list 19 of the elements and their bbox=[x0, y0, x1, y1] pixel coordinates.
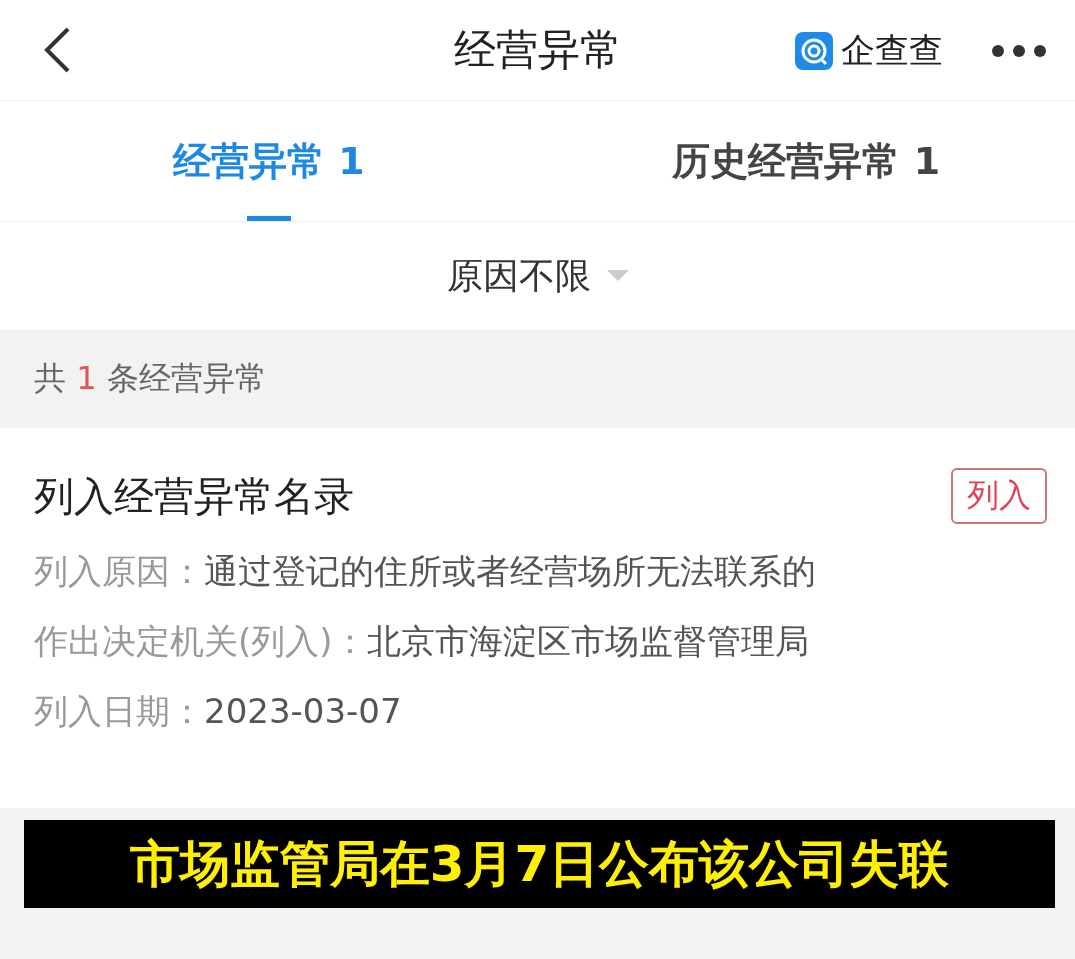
filter-dropdown[interactable]: 原因不限 bbox=[440, 250, 635, 302]
caption-banner: 市场监管局在3月7日公布该公司失联 bbox=[24, 820, 1055, 908]
caret-icon bbox=[606, 270, 629, 282]
tab[interactable]: 经营异常 1 bbox=[0, 101, 538, 221]
brand-name: 企查查 bbox=[841, 29, 943, 72]
page-title: 经营异常 bbox=[453, 24, 622, 76]
tab[interactable]: 历史经营异常 1 bbox=[537, 101, 1075, 221]
field-label: 作出决定机关(列入)： bbox=[34, 621, 367, 661]
result-count: 共 1 条经营异常 bbox=[34, 358, 267, 399]
field-value: 通过登记的住所或者经营场所无法联系的 bbox=[204, 551, 816, 591]
field-label: 列入原因： bbox=[34, 551, 204, 591]
field-value: 北京市海淀区市场监督管理局 bbox=[366, 621, 809, 661]
magnifier-logo-icon bbox=[795, 32, 833, 70]
back-icon[interactable] bbox=[42, 26, 72, 74]
more-icon[interactable] bbox=[991, 44, 1047, 58]
status-tag: 列入 bbox=[951, 468, 1047, 524]
record-title: 列入经营异常名录 bbox=[34, 471, 354, 521]
field-value: 2023-03-07 bbox=[204, 691, 402, 731]
field-label: 列入日期： bbox=[34, 691, 204, 731]
